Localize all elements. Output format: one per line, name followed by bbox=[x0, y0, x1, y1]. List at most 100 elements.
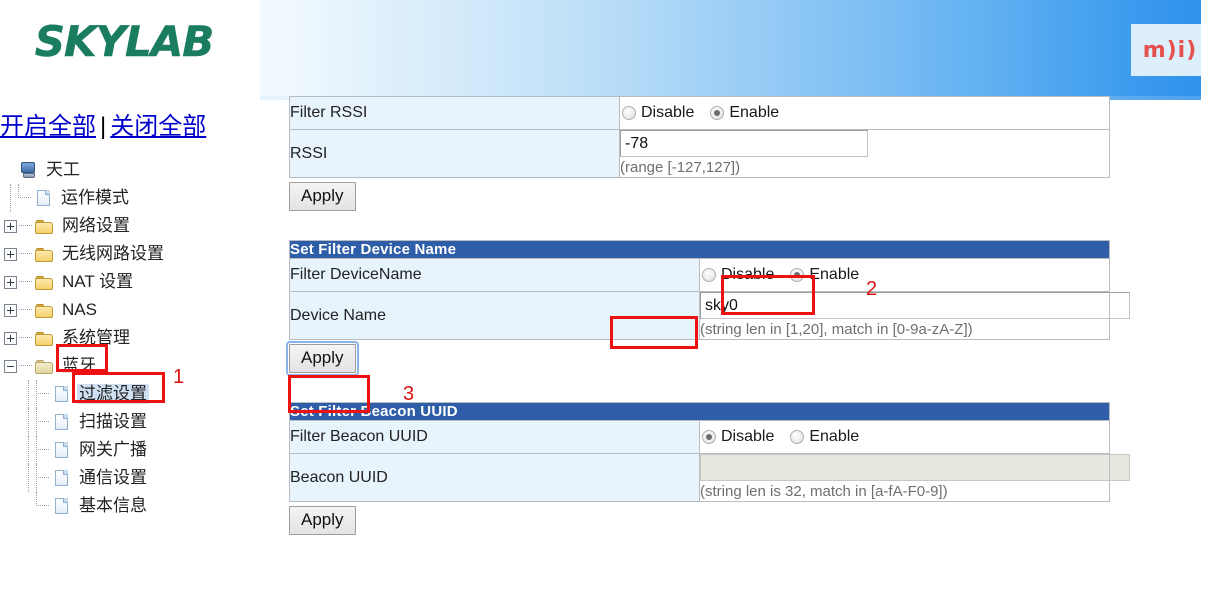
tree-item-gateway-broadcast[interactable]: 网关广播 bbox=[4, 436, 256, 464]
filter-rssi-value-cell: Disable Enable bbox=[619, 96, 1110, 130]
tree-label[interactable]: 网关广播 bbox=[77, 440, 149, 460]
device-name-label: Device Name bbox=[289, 291, 700, 340]
expander-plus-icon[interactable] bbox=[4, 247, 17, 261]
tree-label[interactable]: 系统管理 bbox=[60, 328, 132, 348]
tree-label[interactable]: 运作模式 bbox=[59, 188, 131, 208]
tree-elbow bbox=[18, 184, 34, 212]
radio-selected-icon bbox=[790, 268, 805, 282]
tree-item-communication-settings[interactable]: 通信设置 bbox=[4, 464, 256, 492]
collapse-all-link[interactable]: 关闭全部 bbox=[110, 113, 206, 140]
main-content: Filter RSSI Disable Enable RSSI -78 (ran… bbox=[286, 96, 1130, 546]
banner-right-logo: m)i) bbox=[1131, 24, 1201, 76]
tree-label[interactable]: 过滤设置 bbox=[77, 384, 149, 404]
table-row: RSSI (range [-127,127]) bbox=[289, 129, 1110, 178]
folder-icon bbox=[35, 301, 55, 319]
radio-label: Enable bbox=[729, 104, 780, 121]
page-icon bbox=[52, 385, 72, 403]
beacon-uuid-input[interactable] bbox=[700, 454, 1130, 481]
radio-unselected-icon bbox=[790, 430, 805, 444]
folder-open-icon bbox=[35, 357, 55, 375]
folder-icon bbox=[35, 245, 55, 263]
expander-plus-icon[interactable] bbox=[4, 303, 17, 317]
radio-label: Disable bbox=[641, 104, 695, 121]
filter-beacon-uuid-enable-radio[interactable]: Enable bbox=[788, 426, 865, 448]
folder-icon bbox=[35, 273, 55, 291]
tree-label[interactable]: 天工 bbox=[44, 160, 82, 180]
tree-item-system-management[interactable]: 系统管理 bbox=[4, 324, 256, 352]
rssi-label: RSSI bbox=[289, 129, 620, 178]
tree-item-tiangong[interactable]: 天工 bbox=[4, 156, 256, 184]
expander-plus-icon[interactable] bbox=[4, 219, 17, 233]
rssi-apply-button[interactable]: Apply bbox=[289, 182, 356, 211]
skylab-wordmark: SKYLAB bbox=[34, 17, 215, 66]
tree-item-filter-settings[interactable]: 过滤设置 bbox=[4, 380, 256, 408]
table-header-row: Set Filter Device Name bbox=[289, 240, 1110, 259]
header-banner: m)i) bbox=[260, 0, 1201, 100]
tree-label[interactable]: 通信设置 bbox=[77, 468, 149, 488]
expander-minus-icon[interactable] bbox=[4, 359, 17, 373]
tree-label[interactable]: 蓝牙 bbox=[60, 356, 98, 376]
filter-beacon-uuid-label: Filter Beacon UUID bbox=[289, 420, 700, 454]
tree-item-nat-settings[interactable]: NAT 设置 bbox=[4, 268, 256, 296]
tree-label[interactable]: 扫描设置 bbox=[77, 412, 149, 432]
page-icon bbox=[52, 497, 72, 515]
annotation-number-2: 2 bbox=[866, 278, 878, 300]
skylab-logo: SKYLAB bbox=[8, 14, 240, 70]
tree-elbow bbox=[19, 240, 35, 268]
page-icon bbox=[52, 469, 72, 487]
tree-label[interactable]: 网络设置 bbox=[60, 216, 132, 236]
filter-rssi-table: Filter RSSI Disable Enable RSSI -78 (ran… bbox=[289, 96, 1110, 178]
tree-item-wireless-settings[interactable]: 无线网路设置 bbox=[4, 240, 256, 268]
radio-unselected-icon bbox=[702, 268, 716, 282]
tree-guide bbox=[22, 380, 36, 408]
filter-rssi-disable-radio[interactable]: Disable bbox=[620, 102, 700, 124]
filter-devicename-value-cell: Disable Enable bbox=[699, 258, 1110, 292]
tree-guide bbox=[22, 408, 36, 436]
radio-label: Enable bbox=[809, 266, 860, 283]
expander-plus-icon[interactable] bbox=[4, 331, 17, 345]
filter-devicename-radio-group: Disable Enable bbox=[700, 261, 1109, 289]
tree-item-bluetooth[interactable]: 蓝牙 bbox=[4, 352, 256, 380]
tree-elbow bbox=[19, 324, 35, 352]
tree-item-nas[interactable]: NAS bbox=[4, 296, 256, 324]
annotation-number-3: 3 bbox=[403, 383, 415, 405]
rssi-input[interactable] bbox=[620, 130, 868, 157]
filter-device-name-table: Set Filter Device Name Filter DeviceName… bbox=[289, 240, 1130, 340]
tree-label[interactable]: 无线网路设置 bbox=[60, 244, 166, 264]
beacon-uuid-apply-button[interactable]: Apply bbox=[289, 506, 356, 535]
filter-devicename-enable-radio[interactable]: Enable bbox=[788, 264, 865, 286]
table-row: Filter RSSI Disable Enable bbox=[289, 96, 1110, 130]
device-name-apply-wrap: Apply bbox=[286, 341, 1111, 384]
tree-elbow bbox=[36, 408, 52, 436]
table-row: Device Name (string len in [1,20], match… bbox=[289, 291, 1130, 340]
tree-toggle-links: 开启全部 | 关闭全部 bbox=[0, 106, 206, 141]
table-row: Beacon UUID (string len is 32, match in … bbox=[289, 453, 1130, 502]
radio-label: Enable bbox=[809, 428, 860, 445]
expander-plus-icon[interactable] bbox=[4, 275, 17, 289]
annotation-number-1: 1 bbox=[173, 366, 185, 388]
tree-elbow bbox=[36, 464, 52, 492]
tree-item-network-settings[interactable]: 网络设置 bbox=[4, 212, 256, 240]
filter-beacon-uuid-value-cell: Disable Enable bbox=[699, 420, 1110, 454]
filter-beacon-uuid-disable-radio[interactable]: Disable bbox=[700, 426, 780, 448]
computer-icon bbox=[19, 161, 39, 179]
tree-item-operation-mode[interactable]: 运作模式 bbox=[4, 184, 256, 212]
link-separator: | bbox=[100, 113, 107, 140]
navigation-tree: 天工 运作模式 网络设置 无线网路设置 NAT 设置 NAS 系统管理 蓝牙 过… bbox=[4, 156, 256, 520]
filter-devicename-disable-radio[interactable]: Disable bbox=[700, 264, 780, 286]
filter-rssi-enable-radio[interactable]: Enable bbox=[708, 102, 785, 124]
device-name-input[interactable] bbox=[700, 292, 1130, 319]
tree-guide bbox=[22, 436, 36, 464]
expand-all-link[interactable]: 开启全部 bbox=[0, 113, 96, 140]
beacon-uuid-hint: (string len is 32, match in [a-fA-F0-9]) bbox=[700, 483, 948, 500]
tree-label[interactable]: NAS bbox=[60, 300, 99, 320]
tree-item-scan-settings[interactable]: 扫描设置 bbox=[4, 408, 256, 436]
device-name-apply-button[interactable]: Apply bbox=[286, 341, 359, 376]
folder-icon bbox=[35, 329, 55, 347]
tree-label[interactable]: 基本信息 bbox=[77, 496, 149, 516]
filter-devicename-label: Filter DeviceName bbox=[289, 258, 700, 292]
tree-item-basic-info[interactable]: 基本信息 bbox=[4, 492, 256, 520]
tree-label[interactable]: NAT 设置 bbox=[60, 272, 135, 292]
tree-elbow bbox=[36, 492, 52, 520]
